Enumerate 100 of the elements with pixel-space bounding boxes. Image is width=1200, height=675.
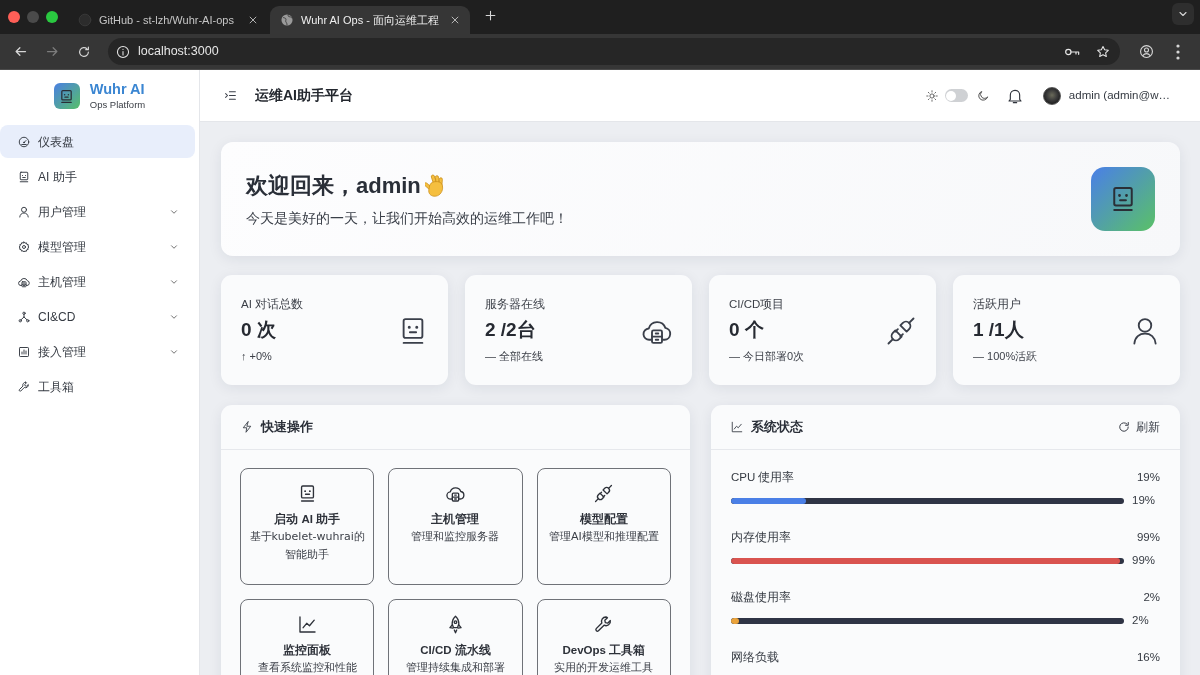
action-title: 启动 AI 助手 bbox=[274, 511, 341, 527]
metric-label: 磁盘使用率 bbox=[731, 590, 791, 605]
robot-icon bbox=[18, 170, 30, 183]
metric-reading: 2% bbox=[1132, 613, 1150, 629]
sidebar-item[interactable]: 模型管理 bbox=[0, 230, 195, 263]
rocket-icon bbox=[446, 615, 465, 634]
refresh-button[interactable]: 刷新 bbox=[1118, 418, 1160, 436]
tab-list-button[interactable] bbox=[1172, 3, 1194, 25]
quick-action-card[interactable]: 模型配置 管理AI模型和推理配置 bbox=[536, 468, 671, 585]
sidebar-item[interactable]: AI 助手 bbox=[0, 160, 195, 193]
close-icon bbox=[248, 15, 258, 25]
forward-arrow-icon bbox=[44, 44, 60, 59]
cloud-server-icon bbox=[18, 275, 30, 288]
sidebar-item[interactable]: 主机管理 bbox=[0, 265, 195, 298]
brand-name: Wuhr AI bbox=[89, 80, 146, 98]
plug-icon bbox=[594, 484, 614, 503]
reload-icon bbox=[77, 44, 91, 59]
stat-label: 活跃用户 bbox=[973, 297, 1022, 312]
sun-icon bbox=[925, 89, 938, 102]
metric-value: 2% bbox=[1143, 590, 1160, 605]
page-title: 运维AI助手平台 bbox=[255, 86, 353, 105]
address-text[interactable]: localhost:3000 bbox=[138, 42, 219, 61]
browser-tab[interactable]: GitHub - st-lzh/Wuhr-AI-ops bbox=[68, 6, 268, 34]
moon-icon bbox=[976, 89, 989, 102]
gear-icon bbox=[18, 240, 30, 253]
metric-label: 内存使用率 bbox=[731, 530, 791, 545]
star-icon[interactable] bbox=[1096, 44, 1110, 59]
stat-value: 1 /1人 bbox=[973, 318, 1025, 342]
action-title: 监控面板 bbox=[283, 643, 332, 658]
quick-action-card[interactable]: DevOps 工具箱 实用的开发运维工具 bbox=[536, 599, 671, 675]
action-title: 模型配置 bbox=[579, 512, 628, 527]
line-chart-icon bbox=[731, 421, 743, 433]
notifications-button[interactable] bbox=[1006, 87, 1023, 104]
refresh-icon bbox=[1118, 421, 1130, 433]
panel-title: 快速操作 bbox=[261, 418, 313, 436]
metric-value: 16% bbox=[1136, 650, 1160, 665]
sidebar-item[interactable]: 仪表盘 bbox=[0, 125, 195, 158]
metric-value: 19% bbox=[1136, 470, 1160, 485]
back-arrow-icon bbox=[12, 44, 28, 59]
metric-label: 网络负载 bbox=[731, 650, 779, 665]
stat-label: CI/CD项目 bbox=[729, 297, 786, 312]
line-chart-icon bbox=[297, 615, 317, 634]
globe-icon bbox=[280, 13, 294, 27]
stat-label: AI 对话总数 bbox=[241, 297, 305, 312]
plus-icon bbox=[483, 8, 497, 22]
cloud-server-icon bbox=[446, 484, 465, 503]
panel-title: 系统状态 bbox=[751, 418, 803, 436]
metric-label: CPU 使用率 bbox=[731, 470, 795, 485]
waving-hand-icon bbox=[424, 174, 445, 197]
more-icon bbox=[1176, 43, 1180, 60]
logo-robot-icon bbox=[53, 83, 80, 109]
wrench-icon bbox=[18, 380, 30, 393]
action-title: CI/CD 流水线 bbox=[420, 642, 491, 658]
sidebar-item[interactable]: CI&CD bbox=[0, 300, 195, 333]
sidebar-item[interactable]: 接入管理 bbox=[0, 335, 195, 368]
action-description: 基于kubelet-wuhrai的智能助手 bbox=[249, 529, 366, 563]
gauge-icon bbox=[18, 135, 30, 148]
sidebar-item[interactable]: 用户管理 bbox=[0, 195, 195, 228]
minimize-window-dot-icon[interactable] bbox=[27, 11, 39, 23]
sidebar-item[interactable]: 工具箱 bbox=[0, 370, 195, 403]
stat-label: 服务器在线 bbox=[485, 297, 546, 312]
stat-value: 0 次 bbox=[241, 318, 277, 342]
lightning-icon bbox=[241, 421, 253, 433]
browser-tab[interactable]: Wuhr AI Ops - 面向运维工程 bbox=[270, 6, 470, 34]
action-title: 主机管理 bbox=[431, 511, 480, 527]
metric-reading: 99% bbox=[1132, 553, 1157, 569]
plug-icon bbox=[886, 316, 916, 346]
robot-tile-icon bbox=[1091, 167, 1155, 231]
collapse-menu-button[interactable] bbox=[224, 89, 237, 102]
bar-chart-icon bbox=[18, 345, 30, 358]
user-icon bbox=[18, 205, 30, 218]
stat-note: ↑ +0% bbox=[241, 349, 272, 364]
quick-action-card[interactable]: 启动 AI 助手 基于kubelet-wuhrai的智能助手 bbox=[240, 468, 375, 585]
address-bar[interactable]: localhost:3000 bbox=[108, 38, 1120, 65]
user-icon bbox=[1130, 316, 1160, 346]
menu-icon bbox=[224, 89, 237, 102]
quick-action-card[interactable]: CI/CD 流水线 管理持续集成和部署 bbox=[388, 599, 523, 675]
welcome-title: 欢迎回来，admin bbox=[246, 171, 421, 200]
stat-note: — 全部在线 bbox=[485, 349, 544, 364]
stat-value: 2 /2台 bbox=[485, 318, 537, 342]
welcome-subtitle: 今天是美好的一天，让我们开始高效的运维工作吧！ bbox=[246, 208, 568, 228]
user-menu[interactable]: admin (admin@w… bbox=[1068, 86, 1170, 105]
zoom-window-dot-icon[interactable] bbox=[46, 11, 58, 23]
avatar-icon[interactable] bbox=[1042, 86, 1061, 105]
action-description: 实用的开发运维工具 bbox=[554, 660, 654, 675]
close-window-dot-icon[interactable] bbox=[8, 11, 20, 23]
info-icon[interactable] bbox=[116, 44, 130, 59]
quick-action-card[interactable]: 主机管理 管理和监控服务器 bbox=[388, 468, 523, 585]
action-title: DevOps 工具箱 bbox=[562, 643, 646, 658]
action-description: 管理AI模型和推理配置 bbox=[548, 529, 659, 545]
stat-note: — 今日部署0次 bbox=[729, 349, 805, 364]
quick-action-card[interactable]: 监控面板 查看系统监控和性能 bbox=[240, 599, 375, 675]
stat-value: 0 个 bbox=[729, 318, 765, 342]
wrench-icon bbox=[594, 615, 614, 634]
theme-toggle[interactable] bbox=[944, 89, 968, 102]
nodes-icon bbox=[18, 310, 30, 323]
action-description: 管理持续集成和部署 bbox=[406, 660, 505, 675]
site-favicon-icon bbox=[78, 13, 92, 27]
metric-reading: 19% bbox=[1132, 493, 1157, 509]
bell-icon bbox=[1006, 87, 1023, 104]
